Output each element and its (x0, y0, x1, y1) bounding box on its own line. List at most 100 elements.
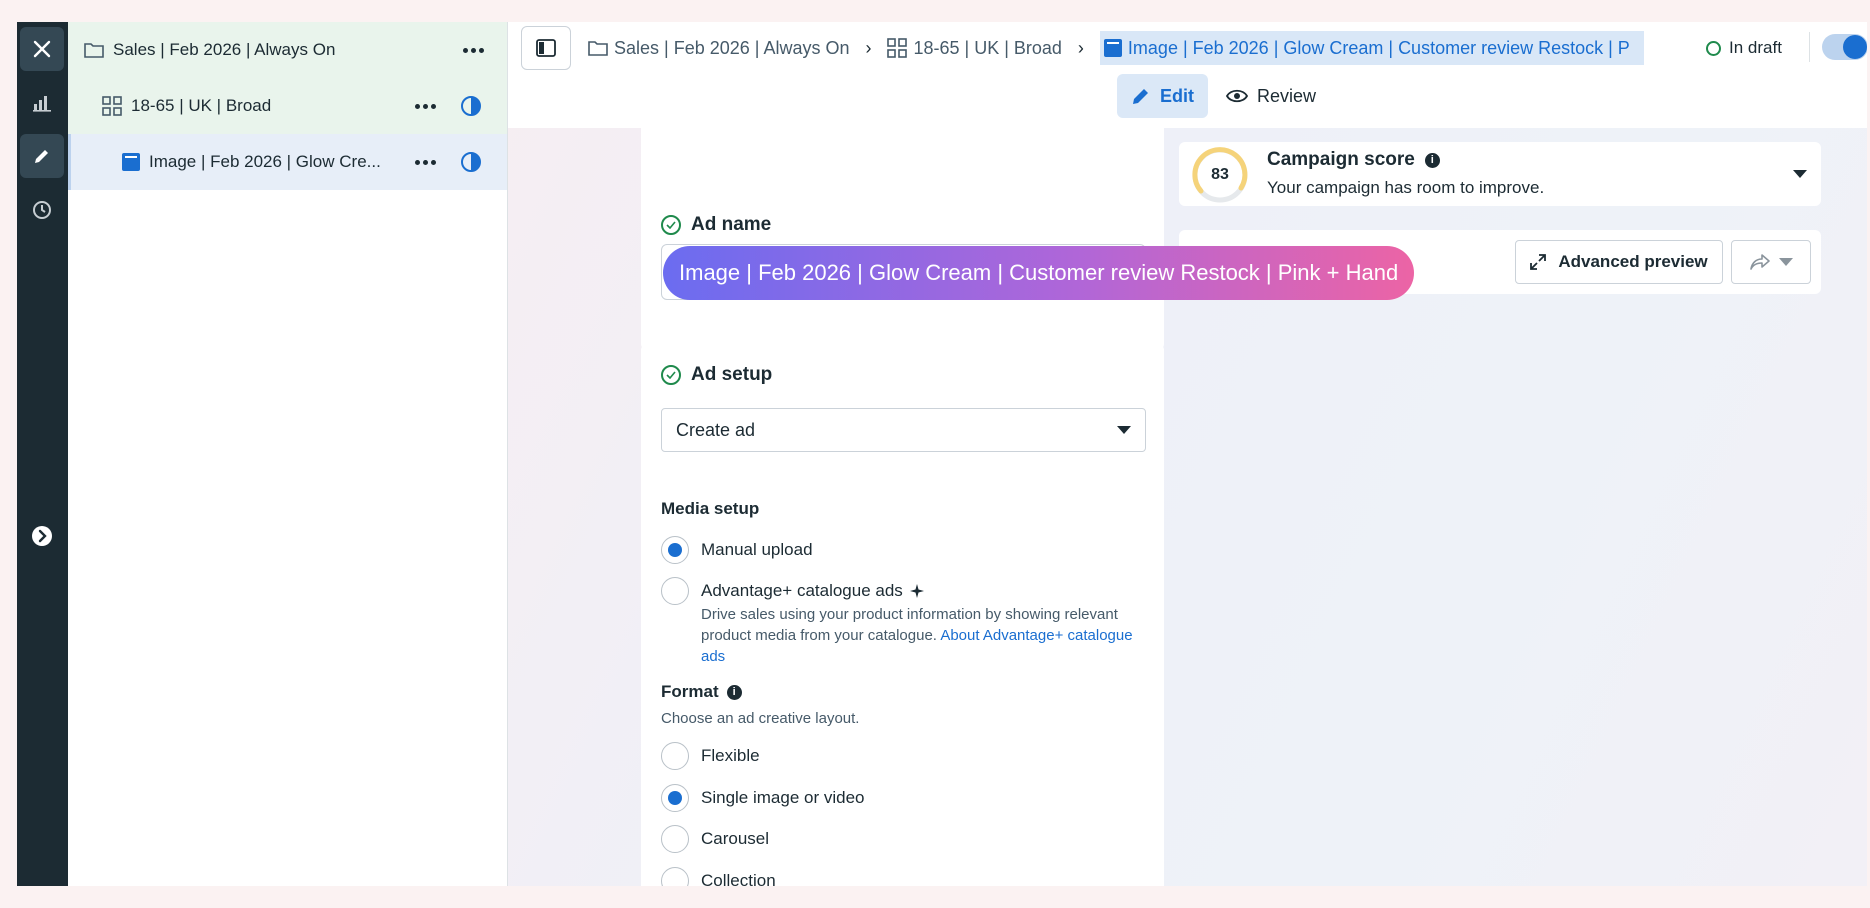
breadcrumb-ad[interactable]: Image | Feb 2026 | Glow Cream | Customer… (1099, 31, 1644, 65)
tree-item-label: 18-65 | UK | Broad (131, 96, 272, 115)
chevron-right-icon: › (1077, 37, 1084, 58)
status-badge: In draft (1706, 26, 1782, 70)
share-icon (1750, 254, 1770, 270)
ad-name-title: Ad name (691, 214, 772, 235)
ad-icon (1103, 39, 1122, 57)
radio-button[interactable] (661, 577, 689, 605)
radio-format-flexible[interactable]: Flexible (661, 742, 760, 770)
expand-arrow-icon[interactable] (20, 514, 64, 558)
check-circle-icon (661, 215, 681, 235)
radio-label-wrap: Advantage+ catalogue ads (701, 577, 925, 601)
ad-icon (122, 153, 140, 171)
radio-label: Flexible (701, 746, 760, 765)
ad-name-card: Ad name Image | Feb 2026 | Glow Cream | … (641, 128, 1415, 350)
mode-tabs: Edit Review (1117, 74, 1330, 118)
half-circle-icon[interactable] (460, 95, 482, 117)
tab-edit[interactable]: Edit (1117, 74, 1208, 118)
format-label: Format (661, 682, 719, 701)
check-circle-icon (661, 365, 681, 385)
caret-down-icon (1117, 426, 1131, 434)
tree-item-ad[interactable]: Image | Feb 2026 | Glow Cre... (68, 134, 507, 190)
radio-button[interactable] (661, 784, 689, 812)
radio-format-collection[interactable]: Collection (661, 867, 776, 886)
campaign-score-heading: Campaign score i (1267, 149, 1440, 171)
info-icon[interactable]: i (726, 684, 742, 700)
grid-icon (102, 96, 122, 116)
create-ad-select[interactable]: Create ad (661, 408, 1146, 452)
clock-icon[interactable] (20, 188, 64, 232)
close-icon[interactable] (20, 27, 64, 71)
sidebar-toggle-button[interactable] (521, 26, 571, 70)
status-label: In draft (1729, 38, 1782, 57)
breadcrumb-ad-label: Image | Feb 2026 | Glow Cream | Customer… (1127, 37, 1630, 58)
score-value: 83 (1211, 166, 1229, 183)
breadcrumb: Sales | Feb 2026 | Always On › 18-65 | U… (588, 26, 1644, 70)
ad-name-value: Image | Feb 2026 | Glow Cream | Customer… (663, 246, 1415, 300)
breadcrumb-campaign-label: Sales | Feb 2026 | Always On (614, 37, 850, 58)
tree-item-label: Sales | Feb 2026 | Always On (113, 40, 336, 59)
radio-button[interactable] (661, 536, 689, 564)
campaign-score-subtitle: Your campaign has room to improve. (1267, 178, 1545, 197)
ad-on-off-toggle[interactable] (1822, 34, 1867, 60)
media-setup-label: Media setup (661, 499, 760, 518)
caret-down-icon[interactable] (1793, 170, 1807, 178)
more-options-icon[interactable] (415, 152, 436, 172)
divider (1809, 32, 1810, 62)
expand-icon (1530, 254, 1547, 270)
info-icon[interactable]: i (1424, 152, 1440, 168)
ads-manager-window: Sales | Feb 2026 | Always On 18-65 | UK … (17, 22, 1867, 886)
radio-format-single[interactable]: Single image or video (661, 784, 864, 812)
tree-item-adset[interactable]: 18-65 | UK | Broad (68, 78, 507, 134)
campaign-tree: Sales | Feb 2026 | Always On 18-65 | UK … (68, 22, 508, 886)
radio-label: Manual upload (701, 540, 813, 559)
pencil-icon[interactable] (20, 134, 64, 178)
breadcrumb-adset-label: 18-65 | UK | Broad (913, 37, 1062, 58)
radio-button[interactable] (661, 825, 689, 853)
tree-item-campaign[interactable]: Sales | Feb 2026 | Always On (68, 22, 507, 78)
format-subtitle: Choose an ad creative layout. (661, 710, 860, 727)
radio-label: Single image or video (701, 788, 865, 807)
tab-review-label: Review (1257, 85, 1317, 106)
radio-label: Advantage+ catalogue ads (701, 581, 903, 600)
ad-setup-card: Ad setup Create ad Media setup Manual up… (641, 344, 1164, 886)
ad-name-heading: Ad name (661, 214, 771, 236)
radio-catalogue-ads[interactable]: Advantage+ catalogue ads Drive sales usi… (661, 577, 1141, 667)
status-ring-icon (1706, 40, 1721, 56)
breadcrumb-campaign[interactable]: Sales | Feb 2026 | Always On (588, 38, 849, 59)
radio-label: Collection (701, 871, 776, 886)
left-rail (17, 22, 68, 886)
campaign-score-card[interactable]: 83 Campaign score i Your campaign has ro… (1179, 142, 1821, 206)
radio-button[interactable] (661, 867, 689, 886)
caret-down-icon (1779, 258, 1793, 266)
chart-icon[interactable] (20, 80, 64, 124)
catalogue-description: Drive sales using your product informati… (701, 604, 1141, 667)
radio-manual-upload[interactable]: Manual upload (661, 536, 813, 564)
radio-button[interactable] (661, 742, 689, 770)
ad-setup-heading: Ad setup (661, 364, 772, 386)
radio-label: Carousel (701, 829, 770, 848)
grid-icon (887, 38, 908, 58)
tab-edit-label: Edit (1160, 85, 1194, 106)
sidebar-icon (536, 39, 556, 57)
create-ad-select-value: Create ad (676, 419, 756, 440)
advanced-preview-label: Advanced preview (1558, 252, 1708, 271)
share-button[interactable] (1731, 240, 1811, 284)
main-area: Sales | Feb 2026 | Always On › 18-65 | U… (508, 22, 1867, 886)
more-options-icon[interactable] (415, 96, 436, 116)
tree-item-label: Image | Feb 2026 | Glow Cre... (149, 152, 381, 171)
format-heading: Format i (661, 682, 742, 702)
more-options-icon[interactable] (463, 40, 484, 60)
advanced-preview-button[interactable]: Advanced preview (1515, 240, 1723, 284)
top-bar: Sales | Feb 2026 | Always On › 18-65 | U… (508, 22, 1867, 128)
radio-format-carousel[interactable]: Carousel (661, 825, 769, 853)
folder-icon (84, 41, 104, 59)
folder-icon (588, 41, 608, 56)
chevron-right-icon: › (865, 37, 872, 58)
sparkle-icon (909, 584, 924, 598)
tab-review[interactable]: Review (1212, 74, 1330, 118)
pencil-icon (1133, 89, 1148, 104)
half-circle-icon[interactable] (460, 151, 482, 173)
breadcrumb-adset[interactable]: 18-65 | UK | Broad (887, 37, 1062, 59)
campaign-score-title: Campaign score (1267, 149, 1415, 170)
ad-setup-title: Ad setup (691, 364, 773, 385)
